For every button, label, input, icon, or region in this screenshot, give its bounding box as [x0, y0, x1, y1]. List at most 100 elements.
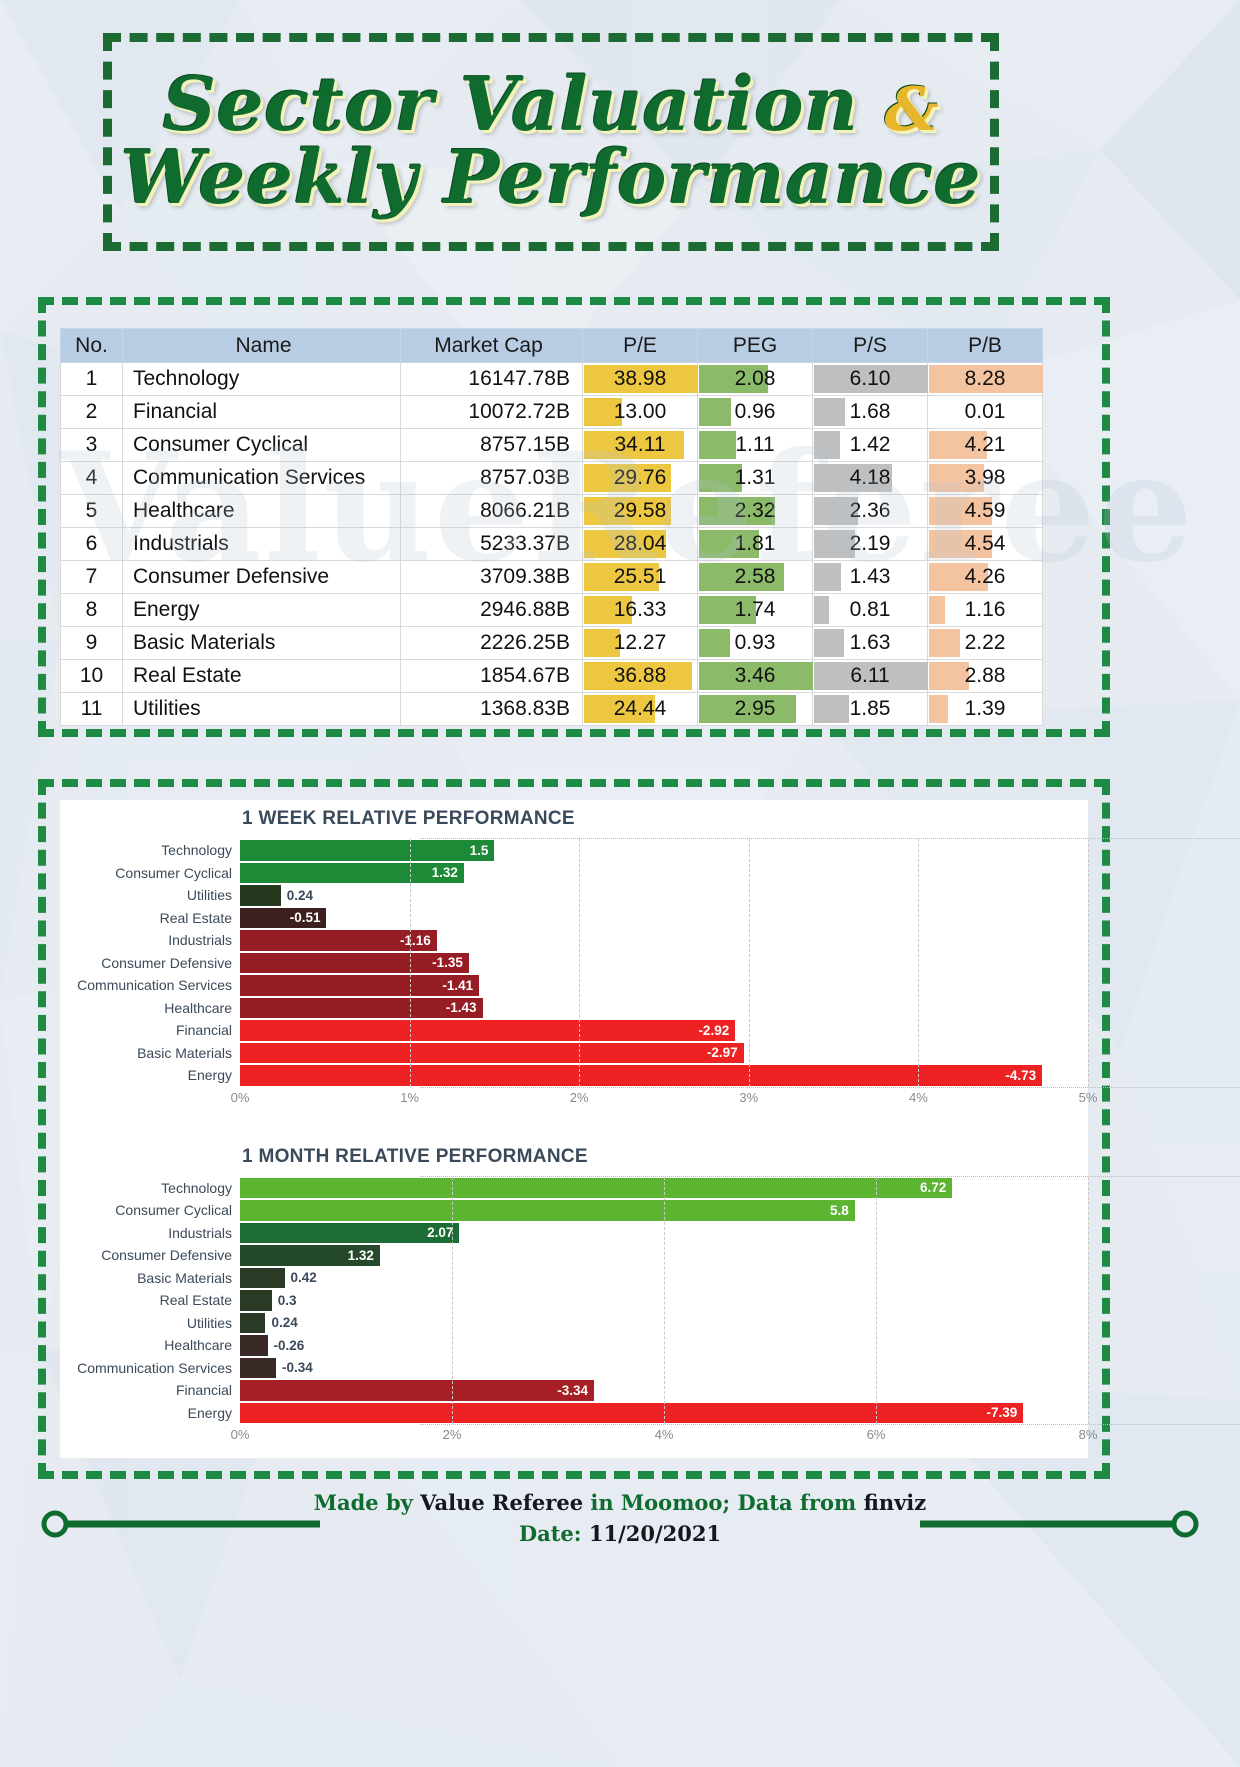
cell-sector-name: Industrials [122, 527, 401, 561]
chart-bar-value-label: 0.3 [277, 1292, 297, 1308]
cell-no: 6 [60, 527, 123, 561]
cell-pb: 4.59 [927, 494, 1043, 528]
cell-no: 11 [60, 692, 123, 726]
chart-category-label: Industrials [168, 932, 232, 949]
cell-peg-value: 1.11 [735, 433, 775, 456]
cell-no: 1 [60, 362, 123, 396]
cell-pe: 28.04 [582, 527, 698, 561]
plot-rows: Technology 1.5 Consumer Cyclical 1.32 Utilit… [60, 839, 1089, 1087]
cell-pe-value: 16.33 [613, 598, 667, 621]
cell-pe: 38.98 [582, 362, 698, 396]
chart-bar: 1.32 [240, 862, 464, 883]
chart-bar-value-label: -0.34 [282, 1360, 313, 1376]
col-header-pb[interactable]: P/B [927, 328, 1043, 363]
cell-ps-value: 0.81 [849, 598, 891, 621]
cell-market-cap: 8066.21B [400, 494, 583, 528]
cell-databar-peg [699, 398, 731, 426]
cell-ps: 1.43 [812, 560, 928, 594]
footer: Made by Value Referee in Moomoo; Data fr… [0, 1489, 1240, 1546]
cell-databar-pb [929, 662, 969, 690]
chart-bar-track: 6.72 [240, 1177, 1088, 1200]
cell-pe-value: 36.88 [613, 664, 667, 687]
chart-1-week: 1 WEEK RELATIVE PERFORMANCE Technology 1.… [60, 800, 1240, 1110]
cell-sector-name-value: Real Estate [133, 664, 242, 687]
cell-pe: 25.51 [582, 560, 698, 594]
cell-ps-value: 2.36 [849, 499, 891, 522]
col-header-ps[interactable]: P/S [812, 328, 928, 363]
cell-ps-value: 6.11 [850, 664, 890, 687]
cell-pe: 24.44 [582, 692, 698, 726]
cell-pe: 29.58 [582, 494, 698, 528]
chart-bar: -0.34 [240, 1357, 313, 1378]
cell-no: 7 [60, 560, 123, 594]
cell-sector-name: Utilities [122, 692, 401, 726]
chart-bar-value-label: 0.42 [290, 1270, 317, 1286]
cell-pb-value: 2.88 [964, 664, 1006, 687]
cell-market-cap-value: 5233.37B [480, 532, 570, 555]
chart-bar: 0.24 [240, 1312, 298, 1333]
cell-ps: 6.10 [812, 362, 928, 396]
cell-pb-value: 4.54 [964, 532, 1006, 555]
chart-bar-track: -1.41 [240, 974, 1088, 997]
chart-bar-track: 1.32 [240, 862, 1088, 885]
chart-bar-track: -2.97 [240, 1042, 1088, 1065]
col-header-name[interactable]: Name [122, 328, 401, 363]
cell-market-cap: 3709.38B [400, 560, 583, 594]
cell-ps: 1.63 [812, 626, 928, 660]
cell-peg: 0.96 [697, 395, 813, 429]
col-header-pe[interactable]: P/E [582, 328, 698, 363]
chart-bar-value-label: -1.43 [445, 1000, 477, 1016]
cell-pe-value: 29.76 [613, 466, 667, 489]
cell-pb: 1.39 [927, 692, 1043, 726]
cell-pb: 0.01 [927, 395, 1043, 429]
chart-bar-row: Consumer Defensive 1.32 [60, 1244, 1088, 1267]
cell-databar-pb [929, 695, 949, 723]
cell-pb: 4.26 [927, 560, 1043, 594]
cell-databar-peg [699, 629, 730, 657]
chart-x-tick: 4% [908, 1089, 928, 1105]
chart-bar-row: Healthcare -1.43 [60, 997, 1088, 1020]
cell-pb: 2.88 [927, 659, 1043, 693]
table-row: 5 Healthcare 8066.21B 29.58 2.32 2.36 4.59 [60, 494, 1043, 528]
cell-ps: 0.81 [812, 593, 928, 627]
chart-category-label: Financial [175, 1022, 232, 1039]
col-header-peg[interactable]: PEG [697, 328, 813, 363]
chart-bar-row: Industrials -1.16 [60, 929, 1088, 952]
cell-pe-value: 28.04 [613, 532, 667, 555]
chart-bar-value-label: -1.41 [442, 977, 474, 993]
chart-bar-track: 2.07 [240, 1222, 1088, 1245]
col-header-no[interactable]: No. [60, 328, 123, 363]
cell-ps-value: 4.18 [849, 466, 891, 489]
cell-market-cap: 1854.67B [400, 659, 583, 693]
cell-databar-ps [814, 596, 830, 624]
chart-bar-row: Basic Materials -2.97 [60, 1042, 1088, 1065]
cell-no-value: 5 [85, 499, 98, 522]
cell-pb-value: 0.01 [964, 400, 1006, 423]
chart-bar-track: -1.16 [240, 929, 1088, 952]
cell-sector-name: Energy [122, 593, 401, 627]
cell-databar-peg [699, 431, 736, 459]
cell-pb-value: 4.21 [964, 433, 1006, 456]
chart-bar-value-label: -1.35 [432, 955, 463, 971]
cell-no: 8 [60, 593, 123, 627]
cell-no-value: 9 [85, 631, 98, 654]
cell-no-value: 1 [85, 367, 98, 390]
cell-databar-ps [814, 431, 841, 459]
cell-pb-value: 8.28 [964, 367, 1006, 390]
cell-sector-name: Technology [122, 362, 401, 396]
cell-ps: 6.11 [812, 659, 928, 693]
cell-peg-value: 2.58 [734, 565, 776, 588]
col-header-market-cap[interactable]: Market Cap [400, 328, 583, 363]
chart-bar: 0.24 [240, 885, 313, 906]
chart-bar: -0.26 [240, 1335, 304, 1356]
chart-category-label: Communication Services [77, 977, 232, 994]
table-row: 11 Utilities 1368.83B 24.44 2.95 1.85 1.39 [60, 692, 1043, 726]
cell-pb-value: 2.22 [964, 631, 1006, 654]
chart-bar-row: Technology 6.72 [60, 1177, 1088, 1200]
chart-bar-value-label: 0.24 [271, 1315, 298, 1331]
cell-pb: 4.21 [927, 428, 1043, 462]
cell-sector-name: Basic Materials [122, 626, 401, 660]
cell-pb: 1.16 [927, 593, 1043, 627]
cell-sector-name-value: Consumer Defensive [133, 565, 330, 588]
chart-bar-value-label: 6.72 [920, 1180, 947, 1196]
